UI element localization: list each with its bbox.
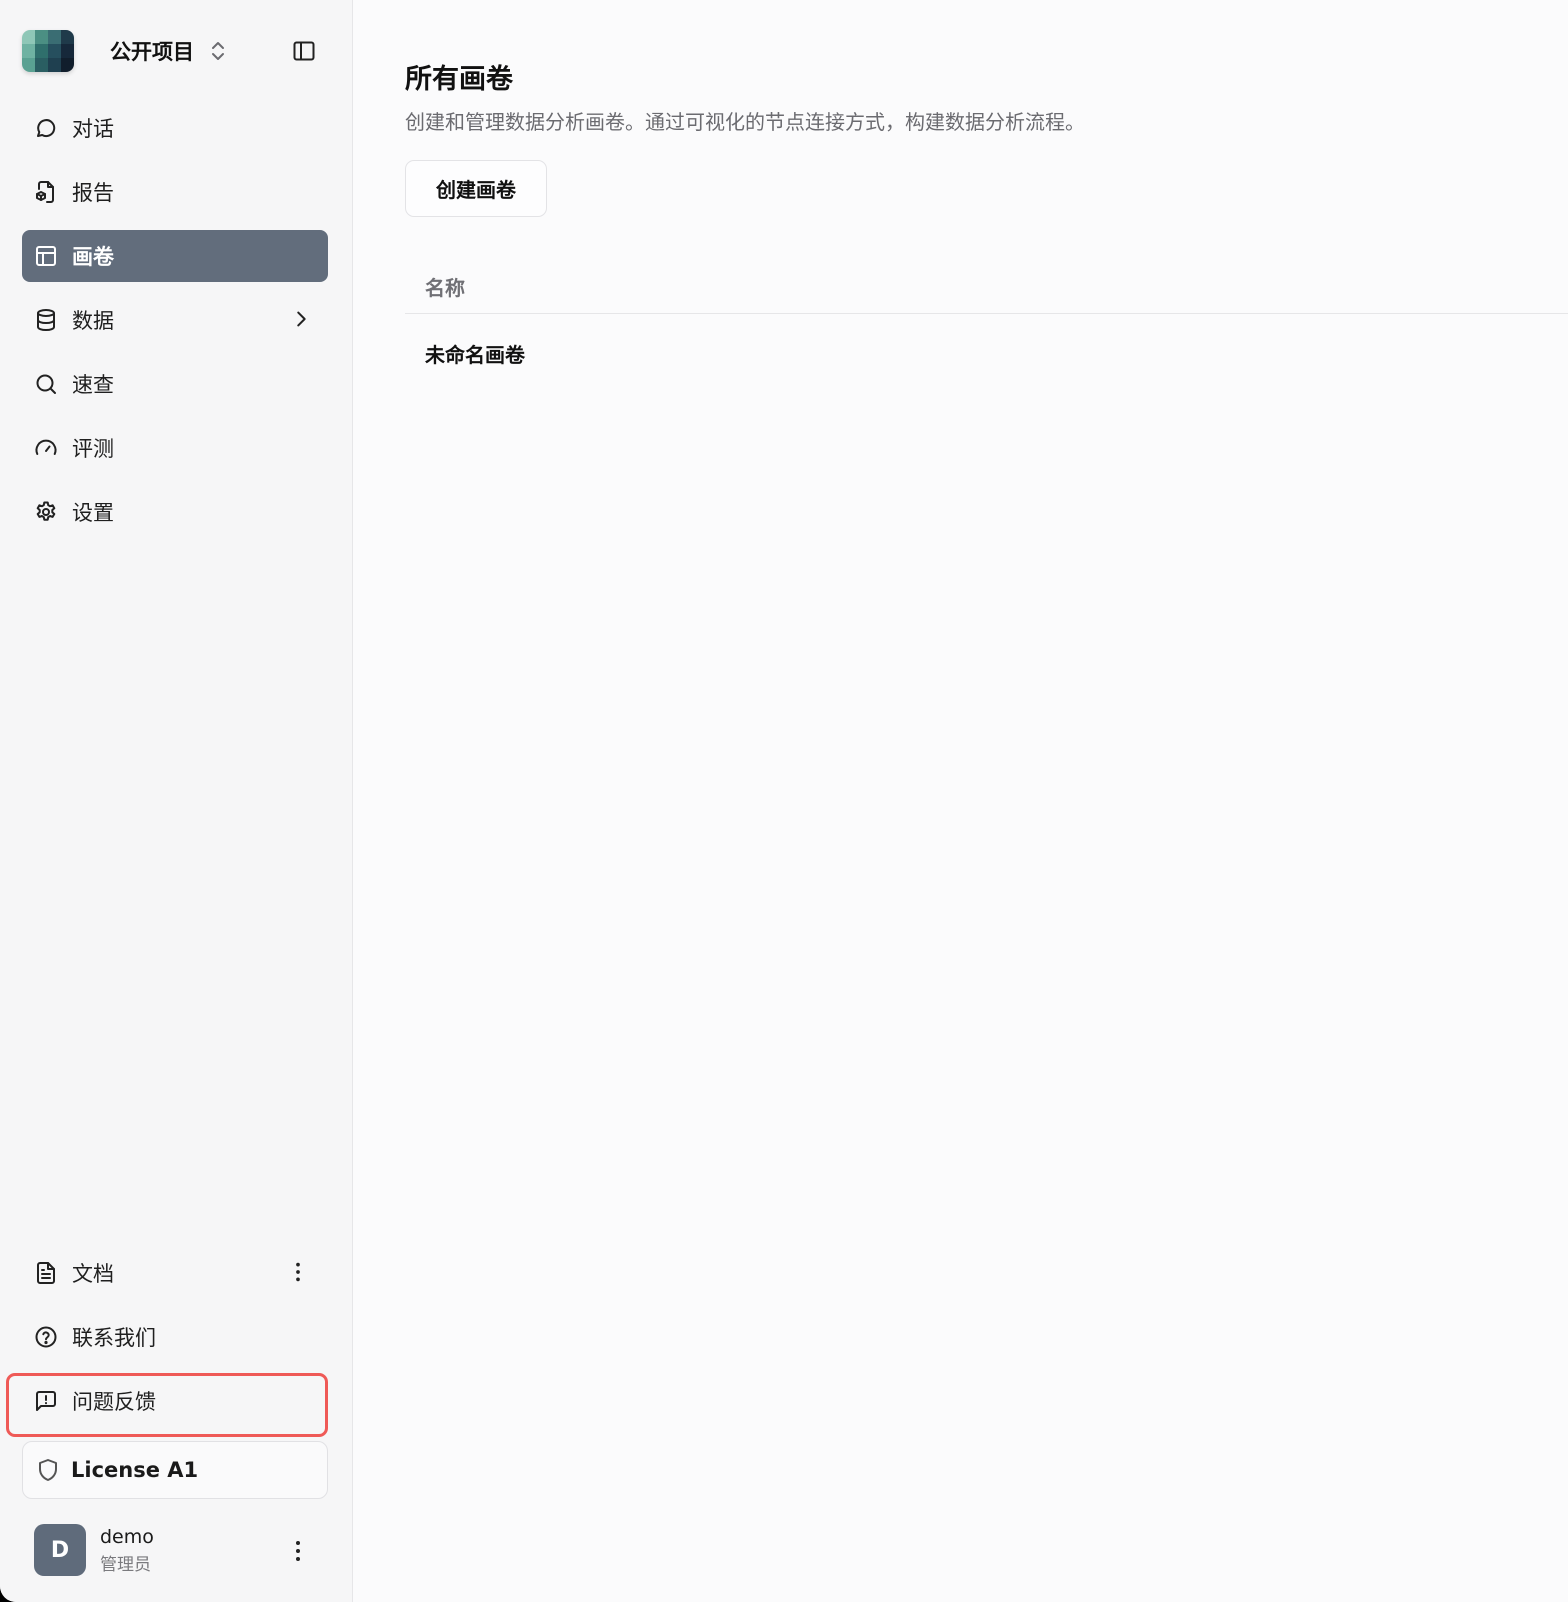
database-icon xyxy=(37,309,55,332)
create-canvas-button[interactable]: 创建画卷 xyxy=(405,160,547,217)
message-alert-icon xyxy=(36,1391,56,1411)
more-vertical-icon[interactable] xyxy=(286,1260,310,1284)
sidebar-toggle-icon[interactable] xyxy=(292,39,316,63)
nav-item-label: 报告 xyxy=(72,181,114,205)
nav-item-label: 评测 xyxy=(72,437,114,461)
canvas-table: 名称 未命名画卷 xyxy=(405,260,1568,392)
layout-panel-icon xyxy=(36,246,56,266)
nav-item-reports[interactable]: 报告 xyxy=(22,166,328,218)
file-box-icon xyxy=(36,181,54,203)
user-profile[interactable]: D demo 管理员 xyxy=(22,1522,328,1578)
search-icon xyxy=(36,374,56,394)
user-text: demo 管理员 xyxy=(100,1526,154,1575)
nav-item-quick-search[interactable]: 速查 xyxy=(22,358,328,410)
user-role: 管理员 xyxy=(100,1554,151,1575)
column-header-name[interactable]: 名称 xyxy=(425,272,465,301)
nav-item-settings[interactable]: 设置 xyxy=(22,486,328,538)
help-circle-icon xyxy=(35,1326,57,1348)
nav-item-label: 对话 xyxy=(72,117,114,141)
table-header: 名称 xyxy=(405,260,1568,314)
message-circle-icon xyxy=(37,119,56,138)
license-label: License A1 xyxy=(71,1458,199,1482)
nav-item-label: 文档 xyxy=(72,1262,114,1286)
nav-item-chat[interactable]: 对话 xyxy=(22,102,328,154)
nav-item-label: 问题反馈 xyxy=(72,1390,156,1414)
canvas-name-cell[interactable]: 未命名画卷 xyxy=(425,339,525,368)
table-row[interactable]: 未命名画卷 xyxy=(405,314,1568,392)
page-description: 创建和管理数据分析画卷。通过可视化的节点连接方式，构建数据分析流程。 xyxy=(405,110,1085,134)
nav-item-feedback[interactable]: 问题反馈 xyxy=(22,1375,328,1427)
chevron-up-down-icon xyxy=(212,42,224,60)
gear-icon xyxy=(36,501,56,521)
app-window: 公开项目 对话 报告 画卷 数据 速查 评测 设置 文档 联系我们 问题反馈 L… xyxy=(0,0,1568,1602)
main-content: 所有画卷 创建和管理数据分析画卷。通过可视化的节点连接方式，构建数据分析流程。 … xyxy=(354,0,1568,1602)
page-title: 所有画卷 xyxy=(405,64,513,95)
project-switcher[interactable]: 公开项目 xyxy=(22,26,330,76)
nav-item-canvas[interactable]: 画卷 xyxy=(22,230,328,282)
sidebar: 公开项目 对话 报告 画卷 数据 速查 评测 设置 文档 联系我们 问题反馈 L… xyxy=(0,0,353,1602)
nav-item-data[interactable]: 数据 xyxy=(22,294,328,346)
sidebar-bottom-nav: 文档 联系我们 问题反馈 xyxy=(22,1247,328,1439)
main-nav: 对话 报告 画卷 数据 速查 评测 设置 xyxy=(22,102,328,550)
nav-item-label: 联系我们 xyxy=(72,1326,156,1350)
nav-item-docs[interactable]: 文档 xyxy=(22,1247,328,1299)
nav-item-contact-us[interactable]: 联系我们 xyxy=(22,1311,328,1363)
project-logo xyxy=(22,30,74,72)
nav-item-label: 数据 xyxy=(72,309,114,333)
gauge-icon xyxy=(35,439,57,455)
app-surface: 公开项目 对话 报告 画卷 数据 速查 评测 设置 文档 联系我们 问题反馈 L… xyxy=(0,0,1568,1602)
avatar: D xyxy=(34,1524,86,1576)
more-vertical-icon[interactable] xyxy=(286,1538,310,1564)
shield-icon xyxy=(39,1459,57,1481)
nav-item-label: 速查 xyxy=(72,373,114,397)
user-name: demo xyxy=(100,1525,154,1548)
file-text-icon xyxy=(37,1262,55,1284)
nav-item-label: 画卷 xyxy=(72,245,114,269)
nav-item-evaluation[interactable]: 评测 xyxy=(22,422,328,474)
chevron-right-icon xyxy=(297,311,306,327)
nav-item-label: 设置 xyxy=(72,501,114,525)
project-name: 公开项目 xyxy=(110,40,194,64)
license-badge[interactable]: License A1 xyxy=(22,1441,328,1499)
